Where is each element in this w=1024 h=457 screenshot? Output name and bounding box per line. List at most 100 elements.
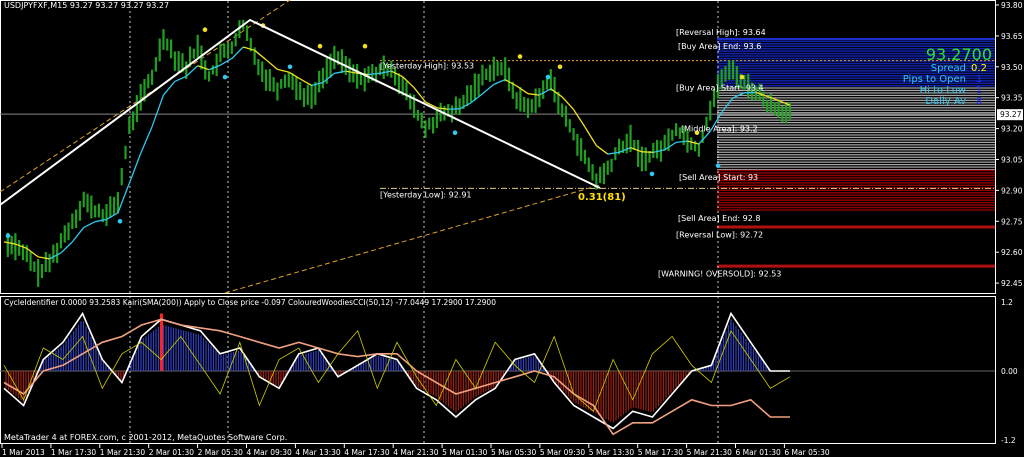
moving-average-segment bbox=[128, 153, 142, 184]
middle-zone-band bbox=[717, 141, 995, 143]
moving-average-segment bbox=[493, 79, 506, 85]
moving-average-segment bbox=[95, 218, 107, 223]
x-tick-label: 5 Mar 05:30 bbox=[491, 448, 537, 457]
middle-zone-band bbox=[717, 149, 995, 151]
moving-average-segment bbox=[174, 75, 187, 83]
reversal-high-line bbox=[717, 37, 995, 40]
fractal-dot bbox=[362, 43, 368, 49]
level-label: [Sell Area] Start: 93 bbox=[679, 173, 758, 182]
fractal-dot bbox=[452, 130, 458, 136]
moving-average-segment bbox=[83, 221, 96, 229]
middle-zone-band bbox=[717, 161, 995, 163]
x-tick-label: 1 Mar 17:30 bbox=[51, 448, 97, 457]
moving-average-segment bbox=[265, 59, 278, 70]
middle-zone-band bbox=[717, 136, 995, 139]
moving-average-segment bbox=[676, 140, 688, 144]
y-tick-label: 93.20 bbox=[1001, 125, 1023, 134]
sell-zone-band bbox=[717, 174, 995, 177]
x-tick-label: 5 Mar 17:30 bbox=[638, 448, 684, 457]
sell-zone-band bbox=[717, 196, 995, 199]
middle-zone-band bbox=[717, 107, 995, 109]
sell-zone-band bbox=[717, 182, 995, 184]
x-tick-label: 2 Mar 05:30 bbox=[198, 448, 244, 457]
price-chart[interactable]: 0.31(81) [Reversal High]: 93.64 [Buy Area]… bbox=[0, 0, 1024, 457]
info-price: 93.2700 bbox=[925, 45, 992, 64]
reversal-low-line bbox=[717, 225, 995, 229]
moving-average-segment bbox=[539, 88, 552, 96]
moving-average-segment bbox=[584, 126, 597, 146]
moving-average-segment bbox=[26, 247, 39, 258]
level-label: [Buy Area] End: 93.6 bbox=[678, 42, 761, 51]
level-label: [Buy Area] Start: 93.4 bbox=[676, 83, 764, 92]
x-tick-label: 4 Mar 21:30 bbox=[393, 448, 439, 457]
y-tick-label: 93.65 bbox=[1001, 32, 1023, 41]
moving-average-segment bbox=[106, 212, 119, 220]
info-row: Spread 0.2 bbox=[880, 63, 992, 74]
moving-average-segment bbox=[687, 140, 700, 145]
middle-zone-band bbox=[717, 119, 995, 121]
indicator-y-label: 1.2 bbox=[1001, 298, 1013, 307]
sell-zone-band bbox=[717, 206, 995, 209]
x-tick-label: 1 Mar 21:30 bbox=[100, 448, 146, 457]
moving-average-segment bbox=[288, 71, 301, 80]
fractal-dot bbox=[557, 64, 563, 70]
moving-average-segment bbox=[595, 145, 609, 155]
moving-average-segment bbox=[527, 93, 540, 96]
middle-zone-band bbox=[717, 151, 995, 153]
y-tick-label: 93.80 bbox=[1001, 1, 1023, 10]
middle-zone-band bbox=[717, 156, 995, 158]
info-label: Hi to Low bbox=[919, 85, 966, 96]
info-row: Pips to Open 1 bbox=[880, 74, 992, 85]
fractal-dot bbox=[517, 54, 523, 59]
fractal-dot bbox=[5, 233, 11, 239]
level-label: [Sell Area] End: 92.8 bbox=[678, 214, 760, 223]
y-tick-label: 93.35 bbox=[1001, 94, 1023, 103]
moving-average-segment bbox=[334, 70, 346, 75]
info-panel: 93.2700 Spread 0.2 Pips to Open 1 Hi to Low 1… bbox=[880, 46, 992, 107]
info-label: Spread bbox=[930, 63, 966, 74]
info-row: Daily Av 8 bbox=[880, 96, 992, 107]
moving-average-segment bbox=[402, 76, 415, 89]
footer-copyright: MetaTrader 4 at FOREX.com, c 2001-2012, … bbox=[4, 433, 288, 442]
fractal-dot bbox=[649, 171, 655, 177]
histogram-highlight bbox=[160, 313, 163, 371]
moving-average-segment bbox=[197, 65, 210, 71]
x-tick-label: 1 Mar 2013 bbox=[2, 448, 45, 457]
level-label: [WARNING! OVERSOLD]: 92.53 bbox=[658, 270, 781, 279]
moving-average-segment bbox=[561, 96, 575, 110]
moving-average-segment bbox=[618, 147, 631, 153]
moving-average-segment bbox=[243, 46, 255, 51]
x-tick-label: 6 Mar 05:30 bbox=[784, 448, 830, 457]
moving-average-segment bbox=[550, 88, 563, 98]
indicator-frame bbox=[0, 296, 996, 444]
moving-average-segment bbox=[459, 102, 472, 110]
info-value: 1 bbox=[975, 74, 983, 85]
sell-zone-band bbox=[717, 192, 995, 194]
middle-zone-band bbox=[717, 114, 995, 116]
x-tick-label: 4 Mar 09:30 bbox=[247, 448, 293, 457]
sell-zone-band bbox=[717, 194, 995, 196]
middle-zone-band bbox=[717, 154, 995, 156]
moving-average-segment bbox=[436, 107, 449, 110]
x-tick-label: 5 Mar 21:30 bbox=[687, 448, 733, 457]
level-label: [Middle Area]: 93.2 bbox=[681, 125, 758, 134]
zigzag-label: 0.31(81) bbox=[578, 192, 626, 203]
middle-zone-band bbox=[717, 134, 995, 136]
middle-zone-band bbox=[717, 129, 995, 131]
zigzag-line bbox=[0, 18, 601, 206]
x-tick-label: 4 Mar 13:30 bbox=[295, 448, 341, 457]
sell-zone-band bbox=[717, 201, 995, 204]
level-label: [Reversal Low]: 92.72 bbox=[676, 230, 763, 239]
moving-average-segment bbox=[504, 79, 517, 87]
moving-average-segment bbox=[311, 81, 324, 87]
moving-average-segment bbox=[653, 149, 665, 153]
middle-zone-band bbox=[717, 109, 995, 111]
indicator-y-label: 0.00 bbox=[1001, 367, 1018, 376]
indicator-y-label: -1.2 bbox=[1001, 436, 1016, 445]
y-tick-label: 92.90 bbox=[1001, 186, 1023, 195]
middle-zone-band bbox=[717, 117, 995, 119]
moving-average-segment bbox=[379, 70, 392, 74]
moving-average-segment bbox=[38, 256, 50, 260]
moving-average-segment bbox=[15, 243, 28, 249]
chart-title: USDJPYFXF,M15 93.27 93.27 93.27 93.27 bbox=[4, 1, 170, 10]
